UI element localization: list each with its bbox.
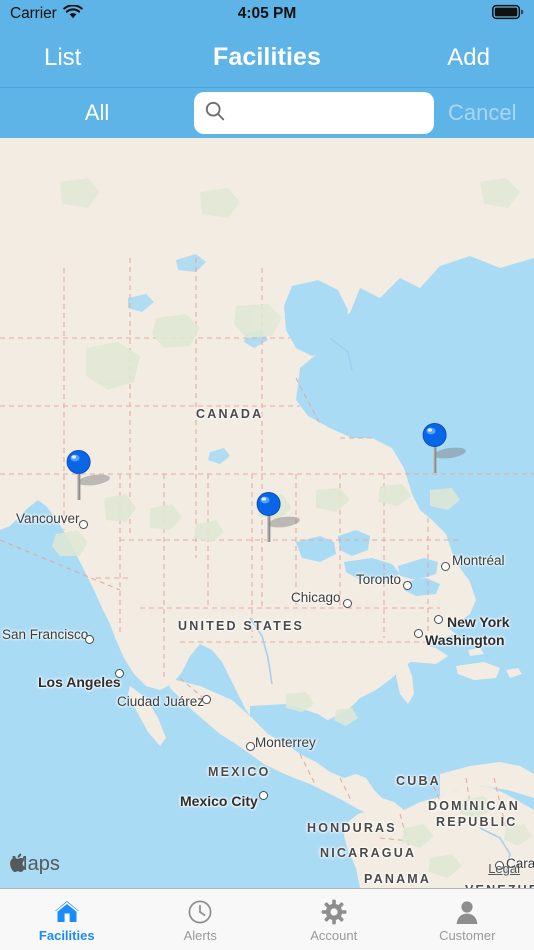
search-field[interactable] [194,92,453,134]
tab-facilities[interactable]: Facilities [0,889,134,950]
navigation-bar: List Facilities Add [0,28,534,88]
carrier-label: Carrier [10,5,57,22]
map-view[interactable]: CANADA UNITED STATES MEXICO CUBA DOMINIC… [0,138,534,888]
list-button[interactable]: List [44,44,81,72]
add-button[interactable]: Add [447,44,490,72]
tab-bar: Facilities Alerts Account Customer [0,888,534,950]
tab-customer[interactable]: Customer [401,889,534,950]
tab-account[interactable]: Account [267,889,401,950]
tab-alerts[interactable]: Alerts [134,889,268,950]
home-icon [53,899,81,925]
gear-icon [321,899,347,925]
battery-full-icon [492,4,524,24]
clock-icon [187,899,213,925]
search-icon [204,100,226,127]
map-canvas [0,138,534,888]
legal-link[interactable]: Legal [488,861,520,876]
tab-label: Alerts [183,928,217,943]
tab-label: Facilities [38,928,95,943]
filter-all-button[interactable]: All [0,100,194,126]
status-bar-right [492,4,524,24]
search-input[interactable] [232,103,453,123]
app-root: Carrier 4:05 PM List Facilities Add All … [0,0,534,950]
wifi-icon [62,3,83,24]
tab-label: Customer [439,928,496,943]
cancel-button[interactable]: Cancel [448,100,516,126]
person-icon [454,899,480,925]
status-bar-left: Carrier [10,3,83,24]
status-bar: Carrier 4:05 PM [0,0,534,28]
tab-label: Account [310,928,358,943]
search-bar: All Cancel [0,88,534,138]
